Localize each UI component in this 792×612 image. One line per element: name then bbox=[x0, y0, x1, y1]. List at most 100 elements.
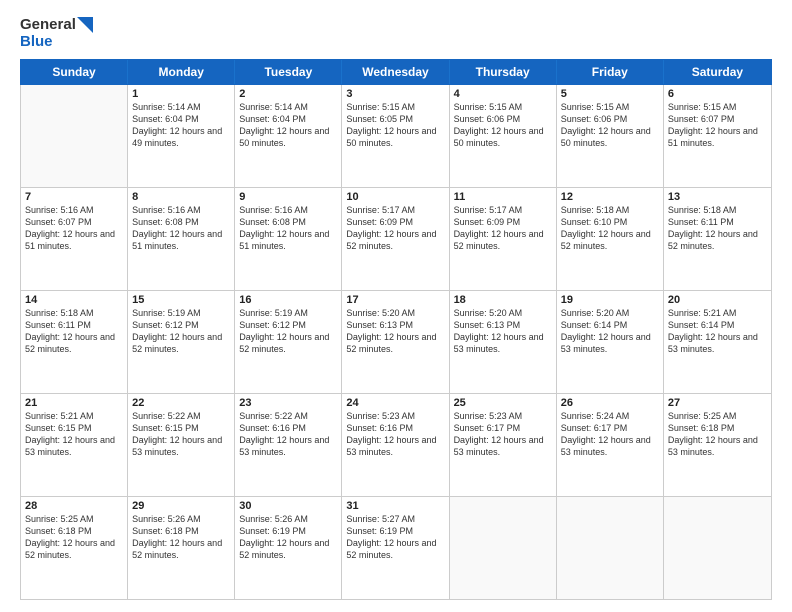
calendar-cell: 4Sunrise: 5:15 AMSunset: 6:06 PMDaylight… bbox=[450, 85, 557, 187]
calendar-cell: 25Sunrise: 5:23 AMSunset: 6:17 PMDayligh… bbox=[450, 394, 557, 496]
day-number: 16 bbox=[239, 294, 337, 306]
calendar-cell: 8Sunrise: 5:16 AMSunset: 6:08 PMDaylight… bbox=[128, 188, 235, 290]
calendar-cell: 29Sunrise: 5:26 AMSunset: 6:18 PMDayligh… bbox=[128, 497, 235, 599]
day-number: 10 bbox=[346, 191, 444, 203]
logo-arrow-icon bbox=[77, 17, 93, 33]
calendar-cell: 3Sunrise: 5:15 AMSunset: 6:05 PMDaylight… bbox=[342, 85, 449, 187]
calendar-cell: 7Sunrise: 5:16 AMSunset: 6:07 PMDaylight… bbox=[21, 188, 128, 290]
calendar-cell: 10Sunrise: 5:17 AMSunset: 6:09 PMDayligh… bbox=[342, 188, 449, 290]
calendar-cell bbox=[21, 85, 128, 187]
day-number: 1 bbox=[132, 88, 230, 100]
cell-info: Sunrise: 5:21 AMSunset: 6:15 PMDaylight:… bbox=[25, 410, 123, 459]
day-number: 28 bbox=[25, 500, 123, 512]
day-number: 11 bbox=[454, 191, 552, 203]
day-number: 20 bbox=[668, 294, 767, 306]
calendar-header: SundayMondayTuesdayWednesdayThursdayFrid… bbox=[20, 59, 772, 85]
calendar-row: 14Sunrise: 5:18 AMSunset: 6:11 PMDayligh… bbox=[21, 291, 771, 394]
day-number: 13 bbox=[668, 191, 767, 203]
cell-info: Sunrise: 5:15 AMSunset: 6:06 PMDaylight:… bbox=[454, 101, 552, 150]
cell-info: Sunrise: 5:15 AMSunset: 6:06 PMDaylight:… bbox=[561, 101, 659, 150]
calendar: SundayMondayTuesdayWednesdayThursdayFrid… bbox=[20, 59, 772, 601]
calendar-cell: 16Sunrise: 5:19 AMSunset: 6:12 PMDayligh… bbox=[235, 291, 342, 393]
header-day: Friday bbox=[557, 60, 664, 84]
day-number: 17 bbox=[346, 294, 444, 306]
header-day: Tuesday bbox=[235, 60, 342, 84]
cell-info: Sunrise: 5:18 AMSunset: 6:11 PMDaylight:… bbox=[668, 204, 767, 253]
calendar-cell: 6Sunrise: 5:15 AMSunset: 6:07 PMDaylight… bbox=[664, 85, 771, 187]
calendar-cell bbox=[557, 497, 664, 599]
calendar-cell: 27Sunrise: 5:25 AMSunset: 6:18 PMDayligh… bbox=[664, 394, 771, 496]
calendar-cell: 12Sunrise: 5:18 AMSunset: 6:10 PMDayligh… bbox=[557, 188, 664, 290]
day-number: 12 bbox=[561, 191, 659, 203]
cell-info: Sunrise: 5:16 AMSunset: 6:07 PMDaylight:… bbox=[25, 204, 123, 253]
calendar-cell: 1Sunrise: 5:14 AMSunset: 6:04 PMDaylight… bbox=[128, 85, 235, 187]
header-day: Monday bbox=[128, 60, 235, 84]
calendar-cell: 26Sunrise: 5:24 AMSunset: 6:17 PMDayligh… bbox=[557, 394, 664, 496]
cell-info: Sunrise: 5:16 AMSunset: 6:08 PMDaylight:… bbox=[239, 204, 337, 253]
day-number: 25 bbox=[454, 397, 552, 409]
day-number: 3 bbox=[346, 88, 444, 100]
logo: General Blue bbox=[20, 16, 93, 51]
calendar-cell: 17Sunrise: 5:20 AMSunset: 6:13 PMDayligh… bbox=[342, 291, 449, 393]
calendar-cell: 18Sunrise: 5:20 AMSunset: 6:13 PMDayligh… bbox=[450, 291, 557, 393]
cell-info: Sunrise: 5:18 AMSunset: 6:11 PMDaylight:… bbox=[25, 307, 123, 356]
cell-info: Sunrise: 5:17 AMSunset: 6:09 PMDaylight:… bbox=[346, 204, 444, 253]
cell-info: Sunrise: 5:23 AMSunset: 6:17 PMDaylight:… bbox=[454, 410, 552, 459]
cell-info: Sunrise: 5:14 AMSunset: 6:04 PMDaylight:… bbox=[132, 101, 230, 150]
day-number: 31 bbox=[346, 500, 444, 512]
day-number: 2 bbox=[239, 88, 337, 100]
day-number: 15 bbox=[132, 294, 230, 306]
calendar-row: 1Sunrise: 5:14 AMSunset: 6:04 PMDaylight… bbox=[21, 85, 771, 188]
day-number: 23 bbox=[239, 397, 337, 409]
calendar-cell: 24Sunrise: 5:23 AMSunset: 6:16 PMDayligh… bbox=[342, 394, 449, 496]
calendar-cell bbox=[450, 497, 557, 599]
calendar-cell: 20Sunrise: 5:21 AMSunset: 6:14 PMDayligh… bbox=[664, 291, 771, 393]
cell-info: Sunrise: 5:21 AMSunset: 6:14 PMDaylight:… bbox=[668, 307, 767, 356]
calendar-cell bbox=[664, 497, 771, 599]
calendar-cell: 9Sunrise: 5:16 AMSunset: 6:08 PMDaylight… bbox=[235, 188, 342, 290]
day-number: 22 bbox=[132, 397, 230, 409]
day-number: 18 bbox=[454, 294, 552, 306]
calendar-cell: 11Sunrise: 5:17 AMSunset: 6:09 PMDayligh… bbox=[450, 188, 557, 290]
calendar-cell: 22Sunrise: 5:22 AMSunset: 6:15 PMDayligh… bbox=[128, 394, 235, 496]
day-number: 30 bbox=[239, 500, 337, 512]
cell-info: Sunrise: 5:14 AMSunset: 6:04 PMDaylight:… bbox=[239, 101, 337, 150]
calendar-body: 1Sunrise: 5:14 AMSunset: 6:04 PMDaylight… bbox=[20, 85, 772, 601]
calendar-cell: 2Sunrise: 5:14 AMSunset: 6:04 PMDaylight… bbox=[235, 85, 342, 187]
cell-info: Sunrise: 5:22 AMSunset: 6:15 PMDaylight:… bbox=[132, 410, 230, 459]
cell-info: Sunrise: 5:23 AMSunset: 6:16 PMDaylight:… bbox=[346, 410, 444, 459]
cell-info: Sunrise: 5:26 AMSunset: 6:19 PMDaylight:… bbox=[239, 513, 337, 562]
cell-info: Sunrise: 5:20 AMSunset: 6:13 PMDaylight:… bbox=[346, 307, 444, 356]
cell-info: Sunrise: 5:27 AMSunset: 6:19 PMDaylight:… bbox=[346, 513, 444, 562]
day-number: 29 bbox=[132, 500, 230, 512]
day-number: 5 bbox=[561, 88, 659, 100]
calendar-cell: 31Sunrise: 5:27 AMSunset: 6:19 PMDayligh… bbox=[342, 497, 449, 599]
cell-info: Sunrise: 5:18 AMSunset: 6:10 PMDaylight:… bbox=[561, 204, 659, 253]
calendar-cell: 21Sunrise: 5:21 AMSunset: 6:15 PMDayligh… bbox=[21, 394, 128, 496]
header-day: Sunday bbox=[21, 60, 128, 84]
calendar-cell: 13Sunrise: 5:18 AMSunset: 6:11 PMDayligh… bbox=[664, 188, 771, 290]
calendar-cell: 15Sunrise: 5:19 AMSunset: 6:12 PMDayligh… bbox=[128, 291, 235, 393]
cell-info: Sunrise: 5:17 AMSunset: 6:09 PMDaylight:… bbox=[454, 204, 552, 253]
header-day: Wednesday bbox=[342, 60, 449, 84]
header: General Blue bbox=[20, 16, 772, 51]
page: General Blue SundayMondayTuesdayWednesda… bbox=[0, 0, 792, 612]
day-number: 8 bbox=[132, 191, 230, 203]
cell-info: Sunrise: 5:20 AMSunset: 6:13 PMDaylight:… bbox=[454, 307, 552, 356]
day-number: 19 bbox=[561, 294, 659, 306]
cell-info: Sunrise: 5:24 AMSunset: 6:17 PMDaylight:… bbox=[561, 410, 659, 459]
cell-info: Sunrise: 5:25 AMSunset: 6:18 PMDaylight:… bbox=[25, 513, 123, 562]
cell-info: Sunrise: 5:16 AMSunset: 6:08 PMDaylight:… bbox=[132, 204, 230, 253]
calendar-row: 28Sunrise: 5:25 AMSunset: 6:18 PMDayligh… bbox=[21, 497, 771, 599]
cell-info: Sunrise: 5:20 AMSunset: 6:14 PMDaylight:… bbox=[561, 307, 659, 356]
calendar-cell: 5Sunrise: 5:15 AMSunset: 6:06 PMDaylight… bbox=[557, 85, 664, 187]
cell-info: Sunrise: 5:25 AMSunset: 6:18 PMDaylight:… bbox=[668, 410, 767, 459]
day-number: 4 bbox=[454, 88, 552, 100]
calendar-row: 7Sunrise: 5:16 AMSunset: 6:07 PMDaylight… bbox=[21, 188, 771, 291]
day-number: 24 bbox=[346, 397, 444, 409]
cell-info: Sunrise: 5:19 AMSunset: 6:12 PMDaylight:… bbox=[132, 307, 230, 356]
cell-info: Sunrise: 5:15 AMSunset: 6:05 PMDaylight:… bbox=[346, 101, 444, 150]
cell-info: Sunrise: 5:15 AMSunset: 6:07 PMDaylight:… bbox=[668, 101, 767, 150]
day-number: 9 bbox=[239, 191, 337, 203]
header-day: Thursday bbox=[450, 60, 557, 84]
